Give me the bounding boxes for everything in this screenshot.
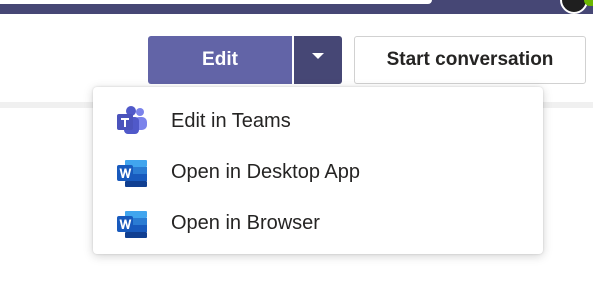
menu-item-open-desktop[interactable]: Open in Desktop App <box>93 147 543 198</box>
menu-item-label: Open in Desktop App <box>171 161 361 183</box>
word-icon <box>115 207 149 241</box>
menu-item-label: Open in Browser <box>171 212 320 234</box>
menu-item-open-browser[interactable]: Open in Browser <box>93 198 543 249</box>
search-box[interactable] <box>0 0 432 4</box>
app-top-bar <box>0 0 593 14</box>
start-conversation-button[interactable]: Start conversation <box>354 36 586 84</box>
menu-item-label: Edit in Teams <box>171 110 291 132</box>
edit-dropdown-button[interactable] <box>294 36 342 84</box>
edit-button[interactable]: Edit <box>148 36 292 84</box>
edit-split-button: Edit <box>148 36 342 84</box>
teams-icon <box>115 105 149 139</box>
word-icon <box>115 156 149 190</box>
chevron-down-icon <box>312 53 324 59</box>
menu-item-edit-in-teams[interactable]: Edit in Teams <box>93 96 543 147</box>
edit-options-menu: Edit in Teams Open in Desktop App Open i… <box>93 87 543 254</box>
